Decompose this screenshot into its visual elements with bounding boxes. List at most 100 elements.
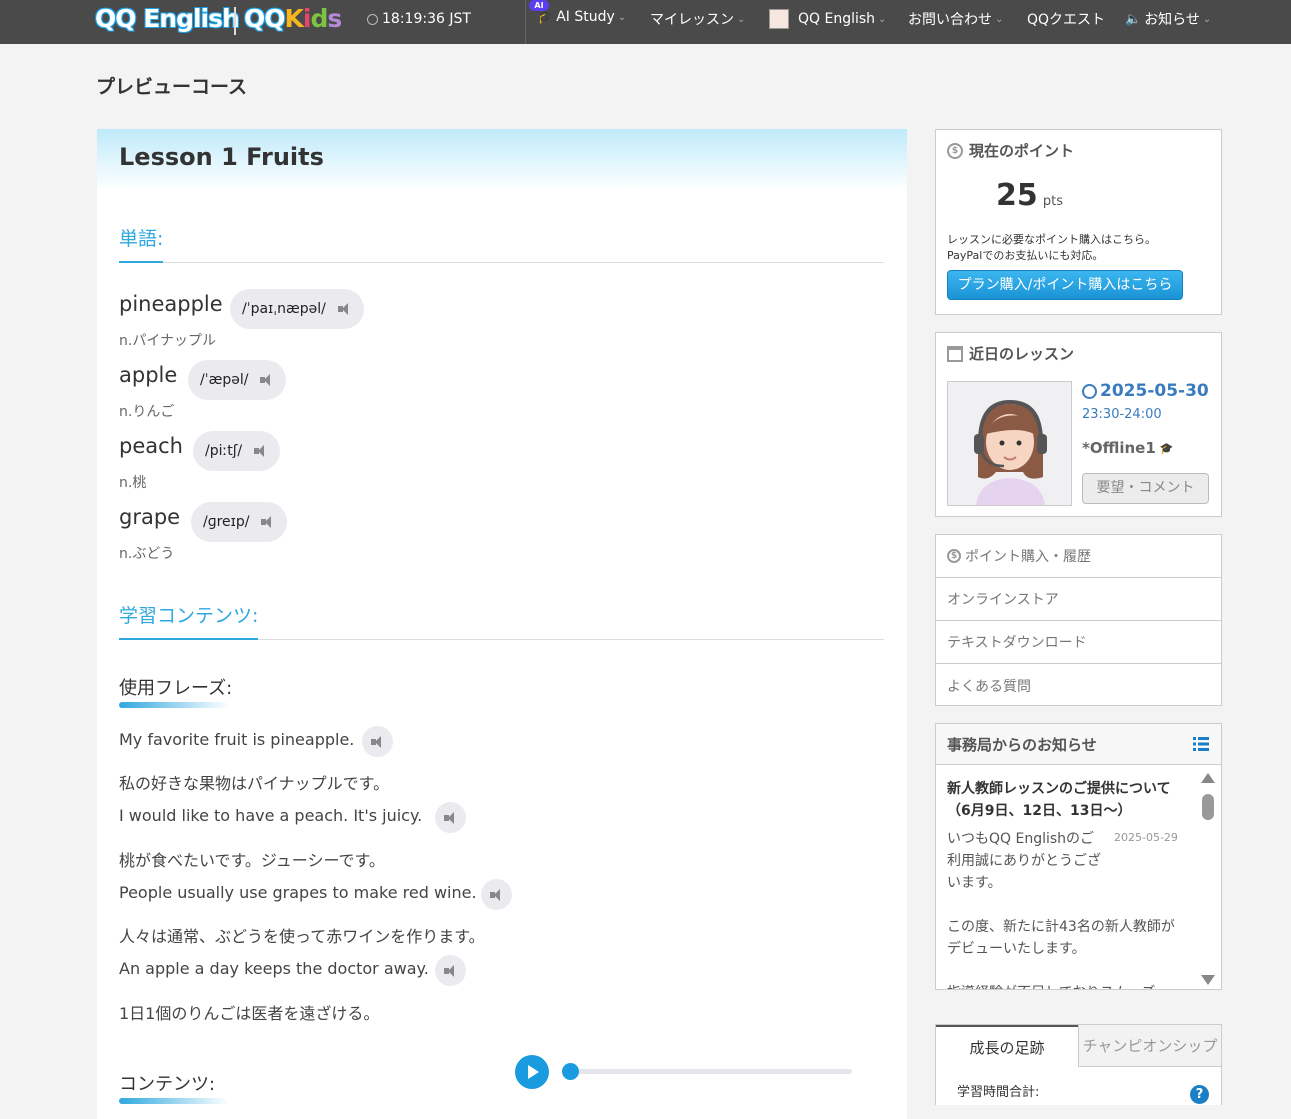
vocab-meaning: n.ぶどう [119, 546, 175, 562]
clock-icon [1082, 383, 1097, 399]
phrase-audio-button[interactable] [435, 955, 466, 986]
speaker-icon [489, 888, 504, 901]
upcoming-lesson-panel: 近日のレッスン 2025-05-30 23:30-24:00 *Offline1… [935, 332, 1222, 517]
account-menu: $ ポイント購入・履歴 オンラインストア テキストダウンロード よくある質問 [935, 534, 1222, 706]
menu-point-history[interactable]: $ ポイント購入・履歴 [936, 535, 1221, 578]
help-icon[interactable]: ? [1190, 1085, 1209, 1104]
speaker-icon [337, 303, 352, 315]
points-unit: pts [1042, 194, 1063, 209]
phrase-japanese: 桃が食べたいです。ジューシーです。 [119, 851, 385, 870]
phrase-english: People usually use grapes to make red wi… [119, 883, 477, 902]
audio-progress-handle[interactable] [562, 1063, 579, 1080]
lesson-date: 2025-05-30 [1082, 381, 1209, 401]
phrase-english: I would like to have a peach. It's juicy… [119, 806, 423, 825]
vocab-meaning: n.りんご [119, 404, 175, 420]
nav-qq-quest[interactable]: QQクエスト [1027, 9, 1105, 29]
menu-text-download[interactable]: テキストダウンロード [936, 621, 1221, 664]
buy-points-button[interactable]: プラン購入/ポイント購入はこちら [947, 270, 1183, 300]
vocab-word: apple [119, 363, 178, 387]
audio-play-button[interactable] [515, 1055, 549, 1089]
points-note: レッスンに必要なポイント購入はこちら。 [947, 233, 1156, 246]
clock-icon [367, 13, 378, 25]
contents-heading: コンテンツ: [119, 1070, 229, 1104]
study-time-label: 学習時間合計: [957, 1085, 1040, 1100]
nav-notifications[interactable]: 🔈 お知らせ ⌄ [1125, 9, 1211, 29]
vocab-word: peach [119, 434, 183, 458]
points-panel: $ 現在のポイント 25 pts レッスンに必要なポイント購入はこちら。 Pay… [935, 129, 1222, 315]
scroll-thumb[interactable] [1202, 794, 1214, 820]
list-icon[interactable] [1193, 736, 1209, 751]
server-clock: 18:19:36 JST [367, 11, 471, 27]
notice-body: いつもQQ Englishのご利用誠にありがとうございます。 [947, 831, 1101, 891]
phrase-japanese: 私の好きな果物はパイナップルです。 [119, 774, 390, 793]
calendar-icon [947, 345, 963, 362]
speaker-icon [261, 516, 275, 528]
tab-championship[interactable]: チャンピオンシップ [1078, 1025, 1221, 1067]
nav-divider [525, 0, 526, 44]
vocab-word: pineapple [119, 292, 223, 316]
phrase-english: My favorite fruit is pineapple. [119, 730, 355, 749]
phrases-heading: 使用フレーズ: [119, 674, 232, 708]
chevron-down-icon: ⌄ [878, 13, 887, 25]
upcoming-title: 近日のレッスン [969, 345, 1075, 363]
pronunciation-button[interactable]: /ˈpaɪˌnæpəl/ [230, 289, 364, 329]
qq-kids-logo[interactable]: QQKids [244, 4, 342, 33]
phrase-english: An apple a day keeps the doctor away. [119, 959, 429, 978]
growth-panel: 成長の足跡 チャンピオンシップ 学習時間合計: ? [935, 1024, 1222, 1105]
points-title: 現在のポイント [969, 142, 1075, 160]
vocab-meaning: n.桃 [119, 475, 147, 491]
notice-body-3: 指導経験が不足しておりスムーズ [947, 982, 1182, 989]
chevron-down-icon: ⌄ [1202, 13, 1212, 25]
nav-contact[interactable]: お問い合わせ ⌄ [908, 9, 1003, 29]
menu-faq[interactable]: よくある質問 [936, 664, 1221, 707]
vocab-section-heading: 単語: [119, 224, 884, 263]
phrase-audio-button[interactable] [435, 802, 466, 833]
pronunciation-button[interactable]: /piːtʃ/ [193, 431, 281, 471]
pronunciation-button[interactable]: /ˈæpəl/ [188, 360, 287, 400]
lesson-time: 23:30-24:00 [1082, 407, 1162, 422]
scroll-up-icon[interactable] [1201, 773, 1215, 783]
lesson-title: Lesson 1 Fruits [97, 129, 907, 191]
teacher-name[interactable]: *Offline1 🎓 [1082, 439, 1173, 457]
scroll-down-icon[interactable] [1201, 975, 1215, 985]
notice-scrollbar[interactable] [1201, 768, 1215, 989]
vocab-word: grape [119, 505, 181, 529]
speaker-icon [254, 445, 268, 457]
chevron-down-icon: ⌄ [617, 11, 627, 23]
notice-headline[interactable]: 新人教師レッスンのご提供について（6月9日、12日、13日〜） [947, 778, 1172, 822]
qq-english-logo[interactable]: QQ English [95, 4, 240, 33]
dollar-icon: $ [947, 549, 961, 563]
vocab-meaning: n.パイナップル [119, 333, 217, 349]
dollar-icon: $ [947, 142, 963, 159]
content-section-heading: 学習コンテンツ: [119, 601, 884, 640]
notice-panel: 事務局からのお知らせ 新人教師レッスンのご提供について（6月9日、12日、13日… [935, 723, 1222, 990]
phrase-japanese: 人々は通常、ぶどうを使って赤ワインを作ります。 [119, 927, 485, 946]
graduation-cap-icon: 🎓 [537, 9, 554, 25]
chevron-down-icon: ⌄ [737, 13, 746, 25]
phrase-audio-button[interactable] [362, 726, 393, 757]
phrase-audio-button[interactable] [481, 879, 512, 910]
page-title: プレビューコース [96, 76, 248, 98]
points-display: 25 pts [996, 178, 1063, 213]
menu-online-store[interactable]: オンラインストア [936, 578, 1221, 621]
user-avatar [769, 9, 789, 29]
speaker-icon [443, 811, 458, 824]
audio-progress-track[interactable] [567, 1069, 852, 1074]
logo-divider [234, 7, 236, 35]
speaker-icon: 🔈 [1125, 11, 1142, 27]
chevron-down-icon: ⌄ [995, 13, 1004, 25]
lesson-card: Lesson 1 Fruits 単語: pineapple /ˈpaɪˌnæpə… [97, 129, 907, 1119]
nav-my-lessons[interactable]: マイレッスン ⌄ [650, 9, 745, 29]
notice-body-2: この度、新たに計43名の新人教師がデビューいたします。 [947, 919, 1175, 957]
teacher-photo[interactable] [947, 381, 1072, 506]
pronunciation-button[interactable]: /ɡreɪp/ [191, 502, 288, 542]
top-navbar: QQ English QQKids 18:19:36 JST AI 🎓 AI S… [0, 0, 1291, 44]
notice-title: 事務局からのお知らせ [947, 736, 1097, 754]
operator-avatar-icon [948, 382, 1071, 505]
nav-ai-study[interactable]: 🎓 AI Study ⌄ [537, 9, 626, 25]
request-comment-button[interactable]: 要望・コメント [1082, 473, 1209, 504]
speaker-icon [443, 964, 458, 977]
tab-growth[interactable]: 成長の足跡 [936, 1025, 1078, 1067]
points-value: 25 [996, 178, 1038, 213]
nav-account[interactable]: QQ English ⌄ [769, 9, 886, 29]
